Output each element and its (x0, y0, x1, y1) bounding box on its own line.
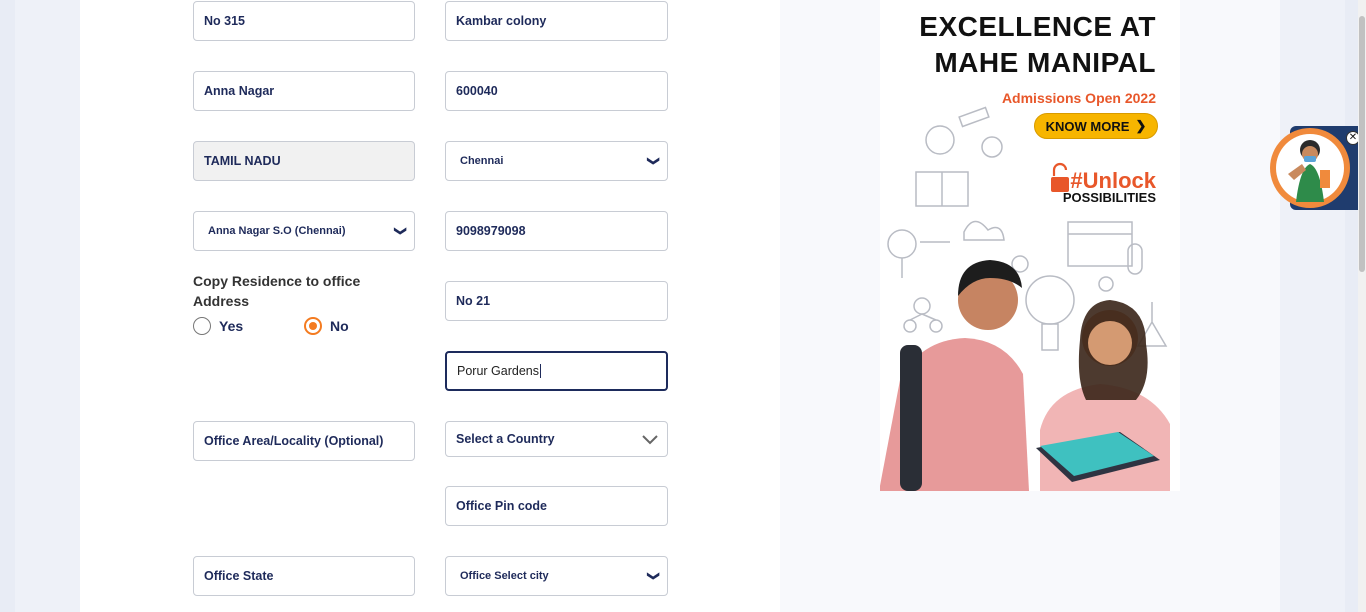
office-pin-placeholder: Office Pin code (456, 499, 547, 513)
copy-yes-radio[interactable]: Yes (193, 317, 243, 335)
post-office-value: Anna Nagar S.O (Chennai) (208, 225, 346, 237)
phone-field[interactable]: 9098979098 (445, 211, 668, 251)
pin-code-value: 600040 (456, 84, 498, 98)
radio-selected-icon (304, 317, 322, 335)
chevron-down-icon (642, 435, 658, 445)
pin-code-field[interactable]: 600040 (445, 71, 668, 111)
page-scrollbar[interactable] (1358, 0, 1366, 612)
city-value: Chennai (460, 155, 504, 167)
ad-possibilities-text: POSSIBILITIES (1062, 190, 1156, 205)
office-state-placeholder: Office State (204, 569, 274, 583)
post-office-select[interactable]: Anna Nagar S.O (Chennai) ❯ (193, 211, 415, 251)
copy-no-radio[interactable]: No (304, 317, 349, 335)
radio-circle-icon (193, 317, 211, 335)
advertisement-banner[interactable]: EXCELLENCE AT MAHE MANIPAL Admissions Op… (880, 0, 1180, 491)
phone-value: 9098979098 (456, 224, 526, 238)
assistant-avatar-icon (1288, 140, 1330, 202)
street-field[interactable]: Kambar colony (445, 1, 668, 41)
chevron-down-icon: ❯ (646, 155, 661, 167)
country-placeholder: Select a Country (456, 432, 555, 446)
text-caret (539, 364, 541, 378)
area-value: Anna Nagar (204, 84, 275, 98)
copy-yes-label: Yes (219, 318, 244, 334)
chevron-down-icon: ❯ (646, 570, 661, 582)
office-state-field[interactable]: Office State (193, 556, 415, 596)
office-house-number-field[interactable]: No 21 (445, 281, 668, 321)
state-field: TAMIL NADU (193, 141, 415, 181)
city-select[interactable]: Chennai ❯ (445, 141, 668, 181)
copy-no-label: No (330, 318, 349, 334)
form-panel (80, 0, 780, 612)
office-pin-field[interactable]: Office Pin code (445, 486, 668, 526)
house-number-field[interactable]: No 315 (193, 1, 415, 41)
office-area-field[interactable]: Office Area/Locality (Optional) (193, 421, 415, 461)
chevron-down-icon: ❯ (393, 225, 408, 237)
ad-unlock-text: #Unlock (1070, 168, 1156, 193)
state-value: TAMIL NADU (204, 154, 281, 168)
street-value: Kambar colony (456, 14, 547, 28)
chat-avatar (1276, 134, 1344, 202)
chat-widget[interactable]: ✕ (1270, 126, 1360, 212)
scrollbar-thumb[interactable] (1359, 16, 1365, 272)
copy-residence-label: Copy Residence to office Address (193, 273, 361, 309)
office-street-field[interactable]: Porur Gardens (445, 351, 668, 391)
office-street-value: Porur Gardens (457, 364, 539, 378)
office-city-select[interactable]: Office Select city ❯ (445, 556, 668, 596)
area-field[interactable]: Anna Nagar (193, 71, 415, 111)
ad-illustration (880, 106, 1170, 491)
country-select[interactable]: Select a Country (445, 421, 668, 457)
office-house-number-value: No 21 (456, 294, 491, 308)
house-number-value: No 315 (204, 14, 245, 28)
office-city-placeholder: Office Select city (460, 570, 549, 582)
office-area-placeholder: Office Area/Locality (Optional) (204, 434, 384, 448)
